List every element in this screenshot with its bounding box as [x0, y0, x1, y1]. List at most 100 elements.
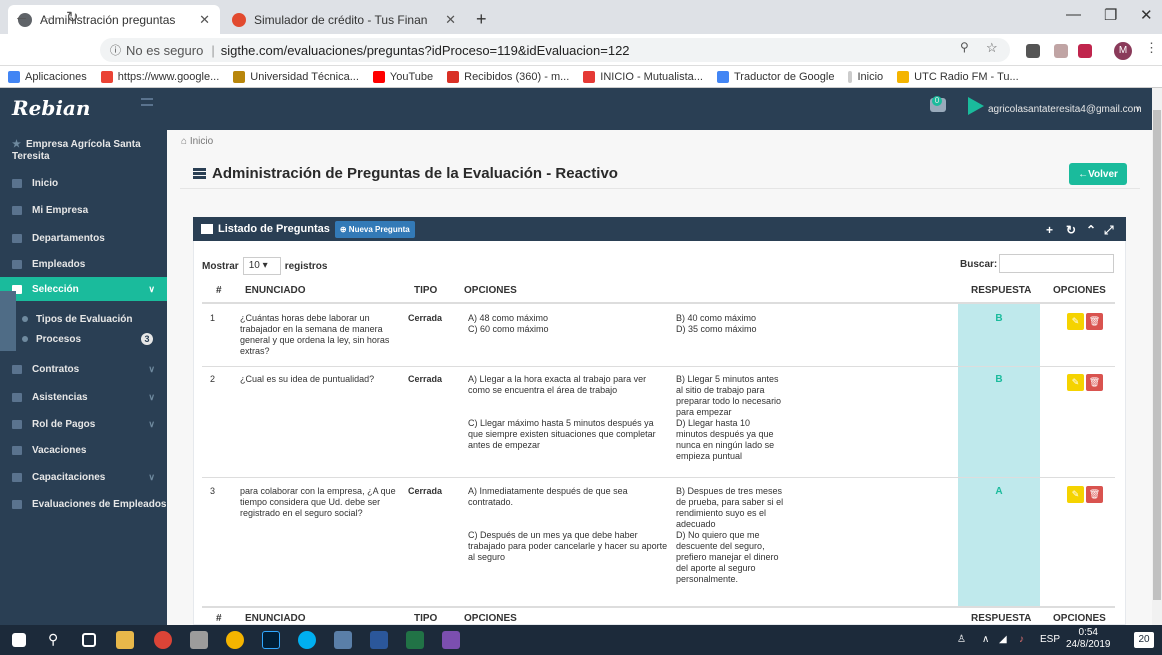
user-avatar[interactable] [968, 97, 984, 115]
app-icon[interactable] [334, 631, 352, 649]
bookmark-radio[interactable]: UTC Radio FM - Tu... [897, 70, 1019, 83]
submenu-procesos[interactable]: Procesos 3 [0, 329, 167, 349]
submenu-tipos-evaluacion[interactable]: Tipos de Evaluación [0, 309, 167, 329]
bookmark-apps[interactable]: Aplicaciones [8, 70, 87, 83]
back-icon[interactable]: ← [14, 8, 29, 25]
chevron-down-icon[interactable]: ∨ [1135, 104, 1141, 113]
sidebar-item-mi-empresa[interactable]: Mi Empresa [0, 198, 167, 222]
refresh-icon[interactable]: ↻ [1066, 223, 1076, 237]
menu-icon[interactable]: ⋮ [1145, 40, 1158, 56]
user-email[interactable]: agricolasantateresita4@gmail.com [988, 104, 1142, 115]
bookmark-universidad[interactable]: Universidad Técnica... [233, 70, 359, 83]
column-header-respuesta[interactable]: RESPUESTA [971, 285, 1031, 296]
search-input[interactable] [999, 254, 1114, 273]
new-question-button[interactable]: ⊕ Nueva Pregunta [334, 220, 415, 238]
plus-icon[interactable]: + [1046, 223, 1053, 237]
extension-icon[interactable] [1054, 44, 1068, 58]
sidebar-item-capacitaciones[interactable]: Capacitaciones ∨ [0, 465, 167, 489]
bookmark-google[interactable]: https://www.google... [100, 70, 219, 83]
close-tab-icon[interactable]: ✕ [445, 12, 456, 28]
back-button[interactable]: ← Volver [1069, 163, 1127, 185]
scrollbar-thumb[interactable] [1153, 110, 1161, 600]
sidebar-item-rol-pagos[interactable]: Rol de Pagos ∨ [0, 412, 167, 436]
sidebar-item-evaluaciones[interactable]: Evaluaciones de Empleados [0, 492, 167, 516]
skype-icon[interactable] [298, 631, 316, 649]
photoshop-icon[interactable] [262, 631, 280, 649]
url-field[interactable]: ⓘ No es seguro | sigthe.com/evaluaciones… [100, 38, 1010, 62]
profile-avatar[interactable]: M [1114, 42, 1132, 60]
sidebar-item-inicio[interactable]: Inicio [0, 171, 167, 195]
network-icon[interactable]: ◢ [999, 634, 1007, 645]
search-label: Buscar: [960, 259, 998, 270]
delete-button[interactable]: 🗑 [1086, 374, 1103, 391]
sidebar-item-empleados[interactable]: Empleados [0, 252, 167, 276]
minimize-icon[interactable]: — [1066, 6, 1081, 23]
sidebar-drag-handle[interactable] [0, 291, 16, 351]
expand-icon[interactable]: ⤢ [1104, 223, 1114, 238]
procesos-badge: 3 [141, 333, 153, 345]
task-view-icon[interactable] [82, 633, 96, 647]
app-icon[interactable] [442, 631, 460, 649]
column-header-tipo[interactable]: TIPO [414, 285, 437, 296]
menu-toggle-icon[interactable] [141, 98, 153, 106]
extension-icon[interactable] [1078, 44, 1092, 58]
windows-start-icon[interactable] [12, 633, 26, 647]
reload-icon[interactable]: ↻ [66, 8, 79, 26]
app-icon[interactable] [226, 631, 244, 649]
row-answer: B [995, 374, 1003, 385]
page-length-select[interactable]: 10 ▾ [242, 257, 281, 275]
column-footer-num: # [216, 613, 222, 624]
column-header-acciones[interactable]: OPCIONES [1053, 285, 1106, 296]
edit-button[interactable]: ✎ [1067, 374, 1084, 391]
forward-icon[interactable]: → [40, 8, 55, 25]
sidebar-item-contratos[interactable]: Contratos ∨ [0, 357, 167, 381]
chevron-up-icon[interactable]: ∧ [982, 634, 989, 645]
sidebar-item-asistencias[interactable]: Asistencias ∨ [0, 385, 167, 409]
file-explorer-icon[interactable] [116, 631, 134, 649]
row-options-left: A) 48 como máximo C) 60 como máximo [468, 313, 549, 334]
bookmark-gmail[interactable]: Recibidos (360) - m... [447, 70, 569, 83]
sidebar-item-seleccion[interactable]: Selección ∨ [0, 277, 167, 301]
maximize-icon[interactable]: ❐ [1104, 6, 1117, 24]
collapse-icon[interactable]: ⌃ [1086, 223, 1096, 237]
close-window-icon[interactable]: ✕ [1140, 6, 1153, 24]
search-icon[interactable]: ⚲ [48, 631, 58, 648]
delete-button[interactable]: 🗑 [1086, 313, 1103, 330]
sidebar-item-vacaciones[interactable]: Vacaciones [0, 438, 167, 462]
bookmark-mutualista[interactable]: INICIO - Mutualista... [583, 70, 703, 83]
column-header-enunciado[interactable]: ENUNCIADO [245, 285, 306, 296]
bookmark-youtube[interactable]: YouTube [372, 70, 433, 83]
app-logo[interactable]: Rebian [0, 88, 167, 130]
clock[interactable]: 0:54 24/8/2019 [1066, 627, 1111, 651]
app-icon[interactable] [190, 631, 208, 649]
column-header-num[interactable]: # [216, 285, 222, 296]
bookmark-inicio[interactable]: Inicio [848, 70, 883, 83]
mutualista-icon [583, 70, 596, 83]
zoom-icon[interactable]: ⚲ [960, 40, 969, 54]
edit-button[interactable]: ✎ [1067, 313, 1084, 330]
page-icon [848, 70, 853, 83]
delete-button[interactable]: 🗑 [1086, 486, 1103, 503]
close-tab-icon[interactable]: ✕ [199, 12, 210, 28]
language-indicator[interactable]: ESP [1040, 634, 1060, 645]
tab-simulador[interactable]: Simulador de crédito - Tus Finan ✕ [222, 5, 466, 34]
people-icon[interactable]: ♙ [957, 634, 966, 645]
star-icon[interactable]: ☆ [986, 40, 998, 56]
excel-icon[interactable] [406, 631, 424, 649]
bookmark-traductor[interactable]: Traductor de Google [716, 70, 834, 83]
row-type: Cerrada [408, 313, 443, 323]
chevron-down-icon: ∨ [148, 283, 155, 294]
list-icon [193, 168, 206, 179]
new-tab-icon[interactable]: + [476, 9, 487, 30]
extension-icon[interactable] [1026, 44, 1040, 58]
table-icon [12, 499, 22, 509]
word-icon[interactable] [370, 631, 388, 649]
edit-button[interactable]: ✎ [1067, 486, 1084, 503]
sidebar-item-departamentos[interactable]: Departamentos [0, 226, 167, 250]
volume-icon[interactable]: ♪ [1019, 634, 1024, 645]
chrome-taskbar-icon[interactable] [154, 631, 172, 649]
star-icon: ★ [12, 139, 21, 150]
column-header-opciones[interactable]: OPCIONES [464, 285, 517, 296]
breadcrumb[interactable]: ⌂ Inicio [181, 136, 213, 147]
notification-center-icon[interactable]: 20 [1134, 632, 1154, 648]
